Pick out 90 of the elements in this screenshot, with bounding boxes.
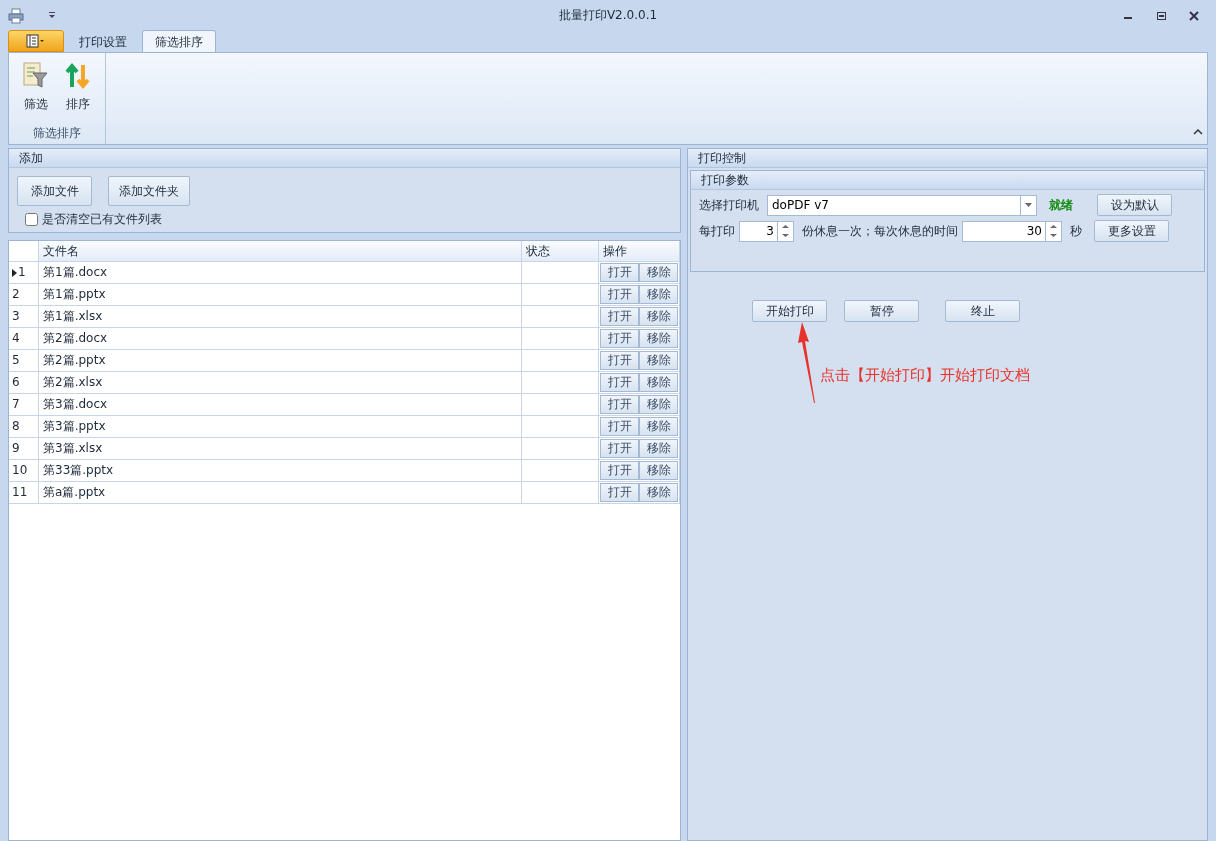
annotation-text: 点击【开始打印】开始打印文档	[820, 365, 1030, 386]
table-cell: 第2篇.xlsx	[39, 372, 522, 393]
current-row-icon	[12, 268, 17, 277]
add-button[interactable]: 添加文件夹	[108, 176, 190, 206]
set-default-button[interactable]: 设为默认	[1097, 194, 1172, 216]
row-number: 7	[12, 396, 20, 413]
application-menu-button[interactable]	[8, 30, 64, 52]
row-header-cell[interactable]: 1	[9, 262, 39, 283]
field-label: 份休息一次；每次休息的时间	[802, 223, 958, 240]
ribbon-tab[interactable]: 筛选排序	[142, 30, 216, 52]
row-header-cell[interactable]: 4	[9, 328, 39, 349]
row-header-cell[interactable]: 7	[9, 394, 39, 415]
row-number: 2	[12, 286, 20, 303]
row-header-cell[interactable]: 8	[9, 416, 39, 437]
ribbon-button[interactable]: 排序	[60, 59, 96, 124]
document-list-icon	[26, 34, 46, 48]
open-button[interactable]: 打开	[600, 395, 639, 414]
table-cell: 第2篇.pptx	[39, 350, 522, 371]
row-header-cell[interactable]: 6	[9, 372, 39, 393]
remove-button[interactable]: 移除	[639, 263, 678, 282]
table-cell: 第33篇.pptx	[39, 460, 522, 481]
filter-document-icon	[21, 61, 51, 91]
row-header-cell[interactable]: 3	[9, 306, 39, 327]
window-title: 批量打印V2.0.0.1	[558, 8, 658, 22]
table-cell: 第a篇.pptx	[39, 482, 522, 503]
open-button[interactable]: 打开	[600, 329, 639, 348]
remove-button[interactable]: 移除	[639, 395, 678, 414]
remove-button[interactable]: 移除	[639, 417, 678, 436]
more-settings-button[interactable]: 更多设置	[1094, 220, 1169, 242]
table-cell: 第3篇.pptx	[39, 416, 522, 437]
row-number: 5	[12, 352, 20, 369]
row-number: 9	[12, 440, 20, 457]
checkbox-label: 是否清空已有文件列表	[42, 211, 162, 228]
row-number: 3	[12, 308, 20, 325]
open-button[interactable]: 打开	[600, 439, 639, 458]
row-header-cell[interactable]: 9	[9, 438, 39, 459]
column-header: 状态	[522, 241, 599, 261]
spin-buttons[interactable]	[1045, 220, 1062, 242]
remove-button[interactable]: 移除	[639, 373, 678, 392]
table-cell: 第1篇.docx	[39, 262, 522, 283]
open-button[interactable]: 打开	[600, 373, 639, 392]
printer-icon[interactable]	[8, 6, 24, 24]
spin-buttons[interactable]	[777, 220, 794, 242]
ribbon-button[interactable]: 筛选	[18, 59, 54, 124]
table-cell: 第3篇.xlsx	[39, 438, 522, 459]
table-cell: 第1篇.pptx	[39, 284, 522, 305]
row-number: 10	[12, 462, 28, 479]
open-button[interactable]: 打开	[600, 285, 639, 304]
row-number: 6	[12, 374, 20, 391]
open-button[interactable]: 打开	[600, 263, 639, 282]
checkbox[interactable]	[25, 212, 38, 226]
remove-button[interactable]: 移除	[639, 439, 678, 458]
row-number: 4	[12, 330, 20, 347]
status-text: 就绪	[1049, 197, 1073, 214]
dropdown-button[interactable]	[1020, 194, 1037, 216]
column-header: 操作	[599, 241, 680, 261]
remove-button[interactable]: 移除	[639, 461, 678, 480]
row-header-cell[interactable]: 2	[9, 284, 39, 305]
ribbon-group-label: 筛选排序	[33, 125, 81, 142]
open-button[interactable]: 打开	[600, 417, 639, 436]
remove-button[interactable]: 移除	[639, 483, 678, 502]
remove-button[interactable]: 移除	[639, 285, 678, 304]
remove-button[interactable]: 移除	[639, 329, 678, 348]
remove-button[interactable]: 移除	[639, 307, 678, 326]
caret-icon	[1025, 203, 1032, 207]
print-action-button[interactable]: 暂停	[844, 300, 919, 322]
print-action-button[interactable]: 终止	[945, 300, 1020, 322]
open-button[interactable]: 打开	[600, 461, 639, 480]
open-button[interactable]: 打开	[600, 307, 639, 326]
add-button[interactable]: 添加文件	[17, 176, 92, 206]
row-header-cell[interactable]: 5	[9, 350, 39, 371]
panel-title: 添加	[9, 149, 680, 168]
ribbon-tab[interactable]: 打印设置	[66, 30, 140, 52]
panel-title: 打印参数	[691, 171, 1204, 190]
row-number: 8	[12, 418, 20, 435]
row-number: 1	[18, 264, 26, 281]
table-cell: 第2篇.docx	[39, 328, 522, 349]
unit-label: 秒	[1070, 223, 1082, 240]
panel-title: 打印控制	[688, 149, 1207, 168]
table-cell: 第1篇.xlsx	[39, 306, 522, 327]
field-label: 每打印	[699, 223, 735, 240]
column-header: 文件名	[39, 241, 522, 261]
open-button[interactable]: 打开	[600, 483, 639, 502]
table-cell: 第3篇.docx	[39, 394, 522, 415]
open-button[interactable]: 打开	[600, 351, 639, 370]
row-number: 11	[12, 484, 28, 501]
arrow-icon	[796, 322, 818, 404]
remove-button[interactable]: 移除	[639, 351, 678, 370]
print-action-button[interactable]: 开始打印	[752, 300, 827, 322]
field-label: 选择打印机	[699, 197, 759, 214]
